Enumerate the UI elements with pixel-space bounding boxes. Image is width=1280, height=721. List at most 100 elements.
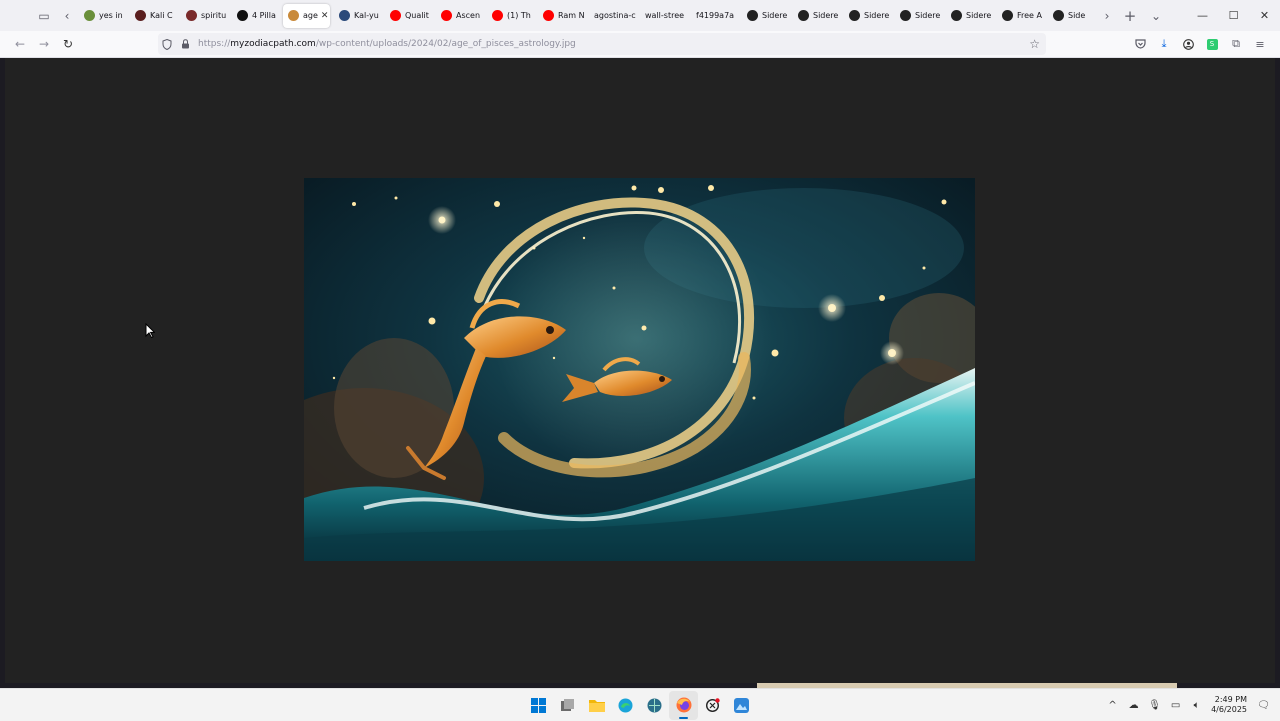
network-icon[interactable]: ▭ <box>1165 700 1186 711</box>
zodiac-icon <box>288 10 299 21</box>
minimize-icon[interactable]: — <box>1187 0 1218 31</box>
scroll-tabs-right-icon[interactable]: › <box>1097 3 1117 29</box>
close-tab-icon[interactable]: ✕ <box>321 11 329 21</box>
microphone-icon[interactable]: 🎙︎ <box>1144 700 1165 711</box>
tab[interactable]: Qualit <box>385 4 432 28</box>
notifications-icon[interactable]: 🗨︎ <box>1253 700 1274 711</box>
tab[interactable]: Kali C <box>130 4 177 28</box>
circle-logo-icon <box>186 10 197 21</box>
forward-icon[interactable]: → <box>32 32 56 56</box>
tab[interactable]: Ram N <box>538 4 585 28</box>
show-hidden-icons-icon[interactable]: ^ <box>1102 700 1123 711</box>
m-logo-icon <box>237 10 248 21</box>
tab[interactable]: 4 Pilla <box>232 4 279 28</box>
extension-badge-icon: S <box>1206 38 1218 50</box>
maximize-icon[interactable]: ☐ <box>1218 0 1249 31</box>
tab-label: Sidere <box>762 11 788 20</box>
youtube-icon <box>441 10 452 21</box>
close-window-icon[interactable]: ✕ <box>1249 0 1280 31</box>
edge-icon[interactable] <box>611 691 640 720</box>
tab-label: spiritu <box>201 11 227 20</box>
tracking-protection-icon[interactable] <box>158 38 176 50</box>
list-all-tabs-icon[interactable]: ⌄ <box>1143 3 1169 29</box>
url-scheme: https:// <box>198 39 231 49</box>
youtube-icon <box>390 10 401 21</box>
file-explorer-icon[interactable] <box>582 691 611 720</box>
tab[interactable]: Sidere <box>946 4 993 28</box>
lock-icon[interactable] <box>176 39 194 49</box>
pocket-icon[interactable] <box>1128 32 1152 56</box>
extension-green-icon[interactable]: S <box>1200 32 1224 56</box>
tab[interactable]: Side <box>1048 4 1095 28</box>
clock[interactable]: 2:49 PM 4/6/2025 <box>1211 695 1247 715</box>
tab[interactable]: yes in <box>79 4 126 28</box>
tab-label: Free A <box>1017 11 1042 20</box>
tab-label: Sidere <box>813 11 839 20</box>
tab-strip: ▭ ‹ yes in Kali Cspiritu 4 Pilla age ✕ Kal-yu… <box>0 0 1280 31</box>
photos-icon[interactable] <box>727 691 756 720</box>
globe-browser-icon[interactable] <box>640 691 669 720</box>
windows-start-icon[interactable] <box>524 691 553 720</box>
task-view-icon[interactable] <box>553 691 582 720</box>
tab[interactable]: Free A <box>997 4 1044 28</box>
circle-logo-icon <box>135 10 146 21</box>
youtube-icon <box>543 10 554 21</box>
firefox-icon[interactable] <box>669 690 698 720</box>
menu-hamburger-icon[interactable]: ≡ <box>1248 32 1272 56</box>
window-controls: — ☐ ✕ <box>1187 0 1280 31</box>
tab-label: Sidere <box>966 11 992 20</box>
square-logo-icon <box>798 10 809 21</box>
toolbar-right: ⤓ S ⧉ ≡ <box>1128 32 1272 56</box>
tab[interactable]: spiritu <box>181 4 228 28</box>
reload-icon[interactable]: ↻ <box>56 32 80 56</box>
back-icon[interactable]: ← <box>8 32 32 56</box>
tab[interactable]: Sidere <box>793 4 840 28</box>
tab[interactable]: agostina-c <box>589 4 636 28</box>
tab-label: yes in <box>99 11 123 20</box>
tab-label: Kali C <box>150 11 173 20</box>
tab[interactable]: Sidere <box>895 4 942 28</box>
scroll-tabs-left-icon[interactable]: ‹ <box>57 3 77 29</box>
square-logo-icon <box>951 10 962 21</box>
chatgpt-icon[interactable] <box>698 691 727 720</box>
square-logo-icon <box>849 10 860 21</box>
url-text[interactable]: https://myzodiacpath.com/wp-content/uplo… <box>198 39 576 49</box>
onedrive-cloud-icon[interactable]: ☁ <box>1123 700 1144 711</box>
extensions-puzzle-icon[interactable]: ⧉ <box>1224 32 1248 56</box>
tab[interactable]: Kal-yu <box>334 4 381 28</box>
tab[interactable]: age ✕ <box>283 3 330 28</box>
volume-icon[interactable]: 🔈︎ <box>1186 700 1207 711</box>
taskbar: ^ ☁ 🎙︎ ▭ 🔈︎ 2:49 PM 4/6/2025 🗨︎ <box>0 688 1280 721</box>
square-logo-icon <box>1002 10 1013 21</box>
tab-label: 4 Pilla <box>252 11 276 20</box>
image-icon <box>339 10 350 21</box>
pisces-artwork <box>304 178 975 561</box>
square-logo-icon <box>1053 10 1064 21</box>
tab[interactable]: Sidere <box>742 4 789 28</box>
downloads-icon[interactable]: ⤓ <box>1152 32 1176 56</box>
leaf-icon <box>84 10 95 21</box>
square-logo-icon <box>900 10 911 21</box>
tab-label: Qualit <box>405 11 429 20</box>
tab-list-icon[interactable]: ▭ <box>31 3 57 29</box>
tab-label: age <box>303 11 318 20</box>
tab[interactable]: wall-stree <box>640 4 687 28</box>
new-tab-icon[interactable]: + <box>1117 3 1143 29</box>
square-logo-icon <box>747 10 758 21</box>
tab[interactable]: (1) Th <box>487 4 534 28</box>
url-path: /wp-content/uploads/2024/02/age_of_pisce… <box>315 39 576 49</box>
clock-time: 2:49 PM <box>1214 695 1247 704</box>
tab-label: (1) Th <box>507 11 531 20</box>
tab-label: Ram N <box>558 11 585 20</box>
tab-label: Ascen <box>456 11 481 20</box>
tab[interactable]: Sidere <box>844 4 891 28</box>
bookmark-star-icon[interactable]: ☆ <box>1029 37 1040 51</box>
url-bar[interactable]: https://myzodiacpath.com/wp-content/uplo… <box>158 33 1046 55</box>
account-icon[interactable] <box>1176 32 1200 56</box>
age-of-pisces-image[interactable] <box>304 178 975 561</box>
tab-label: Sidere <box>864 11 890 20</box>
tab[interactable]: f4199a7a <box>691 4 738 28</box>
tab-list: yes in Kali C spiritu 4 Pilla age ✕ Kal-yu Qual… <box>77 0 1097 31</box>
tab[interactable]: Ascen <box>436 4 483 28</box>
tab-label: Sidere <box>915 11 941 20</box>
